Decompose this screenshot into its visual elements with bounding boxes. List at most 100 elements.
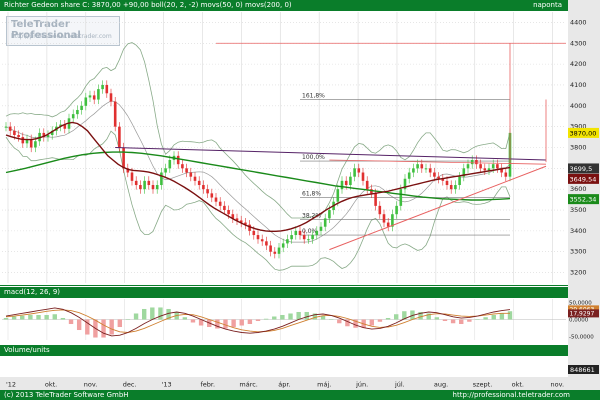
candle-body [181, 164, 184, 169]
macd-histogram-bar [109, 319, 114, 335]
candle-body [256, 235, 260, 240]
candle-body [176, 155, 180, 165]
footer-url[interactable]: http://professional.teletrader.com [453, 390, 570, 400]
candle-body [252, 230, 256, 236]
macd-histogram-bar [280, 314, 285, 320]
candle-body [193, 176, 197, 181]
macd-histogram-bar [28, 314, 33, 320]
candle-body [319, 226, 323, 231]
macd-histogram-bar [304, 311, 309, 320]
x-tick-label: máj. [317, 381, 331, 389]
candle-body [218, 201, 222, 206]
candle-body [382, 214, 386, 223]
macd-y-tick-label: -50,0000 [569, 335, 594, 341]
candle-body [189, 172, 193, 177]
candle-body [210, 193, 214, 198]
y-axis-panel: 3200330034003500360037003800390040004100… [568, 0, 600, 378]
price-tag-label: 3552,34 [570, 196, 597, 204]
candle-body [315, 230, 319, 236]
x-tick-label: jún. [355, 381, 368, 389]
candle-body [311, 235, 314, 240]
macd-histogram-bar [450, 319, 456, 324]
candle-body [164, 168, 167, 173]
candle-body [349, 176, 352, 186]
macd-histogram-bar [158, 307, 163, 320]
macd-histogram-bar [483, 317, 488, 320]
candle-body [281, 243, 285, 248]
candle-body [416, 164, 419, 169]
y-tick-label: 3200 [570, 269, 587, 277]
macd-histogram-bar [68, 319, 74, 325]
x-axis-panel: '12 okt. nov. dec. '13 febr. márc. ápr. máj. jún.… [0, 377, 600, 390]
macd-histogram-bar [101, 319, 106, 338]
macd-histogram-bar [467, 319, 472, 322]
macd-histogram-bar [499, 313, 505, 320]
candle-body [101, 84, 104, 90]
candle-body [336, 189, 340, 202]
candle-body [365, 180, 369, 190]
macd-histogram-bar [272, 316, 277, 320]
candle-body [357, 168, 361, 173]
candle-body [269, 245, 272, 252]
y-tick-label: 3600 [570, 185, 587, 193]
candle-body [202, 185, 205, 190]
x-tick-label: okt. [45, 381, 57, 389]
macd-histogram-bar [182, 317, 188, 320]
macd-histogram-bar [117, 319, 123, 328]
candle-body [143, 180, 146, 190]
candle-body [76, 109, 79, 115]
macd-histogram-bar [459, 319, 464, 325]
candle-body [130, 172, 134, 181]
candle-body [449, 185, 453, 190]
candle-body [71, 114, 75, 119]
macd-histogram-bar [491, 314, 496, 320]
candle-body [307, 239, 310, 241]
volume-panel-title: Volume/units [4, 346, 50, 354]
y-tick-label: 3800 [570, 144, 587, 152]
y-tick-label: 4100 [570, 81, 587, 89]
price-chart-svg[interactable]: 161,8%100,0%61,8%38,2%0,0% [0, 0, 568, 285]
macd-histogram-bar [52, 314, 57, 320]
x-tick-label: nov. [551, 381, 565, 389]
candle-body [147, 180, 151, 186]
candle-body [160, 172, 163, 186]
macd-histogram-bar [263, 318, 269, 320]
y-tick-label: 3400 [570, 227, 587, 235]
macd-chart-svg[interactable] [0, 287, 568, 342]
candle-body [433, 172, 436, 177]
macd-histogram-bar [385, 317, 391, 320]
y-tick-label: 4200 [570, 60, 587, 68]
y-tick-label: 4300 [570, 39, 587, 47]
macd-histogram-bar [60, 317, 66, 320]
x-tick-label: okt. [512, 381, 524, 389]
candle-body [4, 126, 8, 128]
candle-body [420, 164, 424, 169]
fib-label: 100,0% [302, 154, 325, 161]
candle-body [470, 160, 474, 165]
macd-histogram-bar [141, 308, 147, 320]
candle-body [399, 189, 403, 206]
candle-body [445, 180, 449, 186]
candle-body [214, 197, 218, 202]
volume-panel-header: Volume/units [0, 345, 568, 356]
candle-body [92, 95, 96, 100]
candle-body [151, 185, 155, 190]
x-tick-label: márc. [239, 381, 257, 389]
macd-histogram-bar [231, 319, 236, 328]
macd-histogram-bar [255, 319, 261, 322]
candle-body [34, 141, 37, 148]
price-tag-label: 3699,5 [570, 165, 593, 173]
candle-body [496, 164, 499, 169]
candle-body [80, 105, 83, 110]
fib-label: 61,8% [302, 191, 321, 198]
candle-body [374, 193, 377, 206]
candle-body [134, 180, 138, 186]
candle-body [206, 189, 209, 194]
macd-histogram-bar [76, 319, 82, 331]
x-tick-label: '12 [6, 381, 16, 389]
macd-y-tick-label: 0,0000 [569, 318, 589, 324]
candle-body [328, 210, 331, 219]
volume-panel: Volume/units [0, 345, 568, 377]
candle-body [168, 160, 172, 169]
candle-body [361, 172, 365, 181]
